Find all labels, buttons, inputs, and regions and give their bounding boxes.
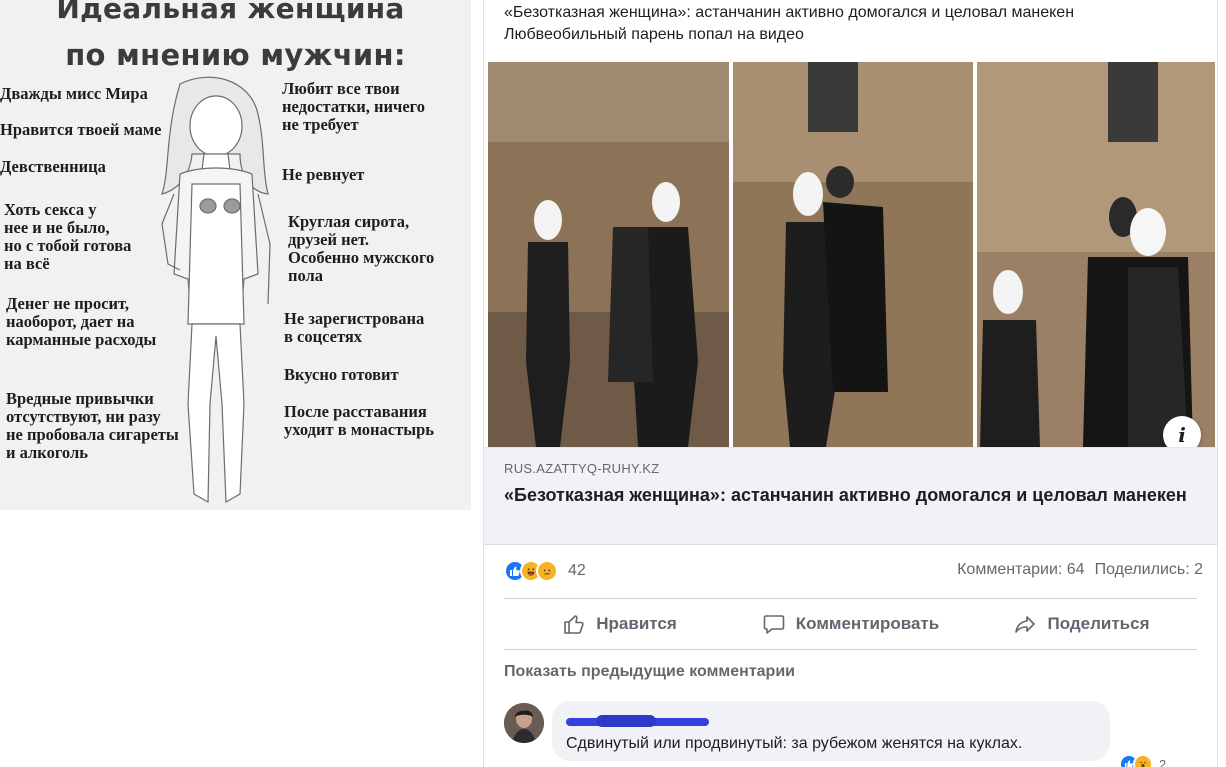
meme-left-item: Хоть секса у нее и не было, но с тобой г… [4, 200, 132, 273]
post-card: «Безотказная женщина»: астанчанин активн… [483, 0, 1218, 767]
info-button[interactable]: i [1163, 416, 1201, 447]
link-title[interactable]: «Безотказная женщина»: астанчанин активн… [504, 483, 1194, 508]
meme-image: Идеальная женщина по мнению мужчин: Дваж… [0, 0, 471, 510]
comment-reactions[interactable]: 2 [1119, 754, 1166, 767]
reaction-count: 42 [568, 562, 586, 579]
link-preview[interactable]: RUS.AZATTYQ-RUHY.KZ «Безотказная женщина… [484, 447, 1217, 545]
link-preview-image[interactable]: i [488, 62, 1215, 447]
divider [504, 598, 1197, 599]
meme-right-item: Не ревнует [282, 165, 365, 184]
post-actions: Нравится Комментировать Поделиться [504, 600, 1197, 648]
like-button[interactable]: Нравится [504, 600, 735, 648]
meme-left-item: Вредные привычки отсутствуют, ни разу не… [6, 389, 179, 462]
comment-author-redacted[interactable] [566, 713, 709, 728]
wow-reaction-icon [1133, 754, 1153, 767]
avatar[interactable] [504, 703, 544, 743]
comment: Сдвинутый или продвинутый: за рубежом же… [504, 701, 1166, 767]
meme-left-item: Денег не просит, наоборот, дает на карма… [6, 294, 157, 349]
comments-count[interactable]: Комментарии: 64 [957, 561, 1084, 579]
divider [504, 649, 1197, 650]
meme-right-item: Любит все твои недостатки, ничего не тре… [282, 79, 426, 134]
comment-button[interactable]: Комментировать [735, 600, 966, 648]
meme-right-item: Вкусно готовит [284, 365, 399, 384]
link-domain: RUS.AZATTYQ-RUHY.KZ [504, 461, 660, 476]
comment-icon [763, 615, 785, 634]
share-icon [1015, 616, 1036, 633]
share-label: Поделиться [1047, 614, 1150, 633]
meme-right-item: После расставания уходит в монастырь [284, 402, 435, 439]
comment-reaction-count: 2 [1159, 756, 1167, 767]
mannequin-photo-collage [488, 62, 1215, 447]
shares-count[interactable]: Поделились: 2 [1095, 561, 1203, 579]
meme-left-item: Нравится твоей маме [0, 120, 162, 139]
comment-text: Сдвинутый или продвинутый: за рубежом же… [566, 735, 1023, 752]
meme-title-line1: Идеальная женщина [56, 0, 405, 25]
thumbs-up-icon [564, 615, 584, 634]
meme-title-line2: по мнению мужчин: [65, 38, 406, 72]
meme-left-item: Девственница [0, 157, 106, 176]
meme-right-item: Не зарегистрована в соцсетях [284, 309, 425, 346]
comment-label: Комментировать [795, 614, 940, 633]
meme-right-item: Круглая сирота, друзей нет. Особенно муж… [288, 212, 435, 285]
screen: Идеальная женщина по мнению мужчин: Дваж… [0, 0, 1226, 767]
share-button[interactable]: Поделиться [966, 600, 1197, 648]
reaction-summary[interactable]: 42 [504, 556, 586, 586]
post-stats: Комментарии: 64 Поделились: 2 [957, 561, 1203, 579]
meme-left-item: Дважды мисс Мира [0, 84, 148, 103]
sad-reaction-icon [536, 560, 558, 582]
post-text: «Безотказная женщина»: астанчанин активн… [504, 4, 1075, 43]
comment-bubble: Сдвинутый или продвинутый: за рубежом же… [552, 701, 1166, 767]
show-previous-comments[interactable]: Показать предыдущие комментарии [504, 663, 795, 681]
like-label: Нравится [596, 614, 677, 633]
